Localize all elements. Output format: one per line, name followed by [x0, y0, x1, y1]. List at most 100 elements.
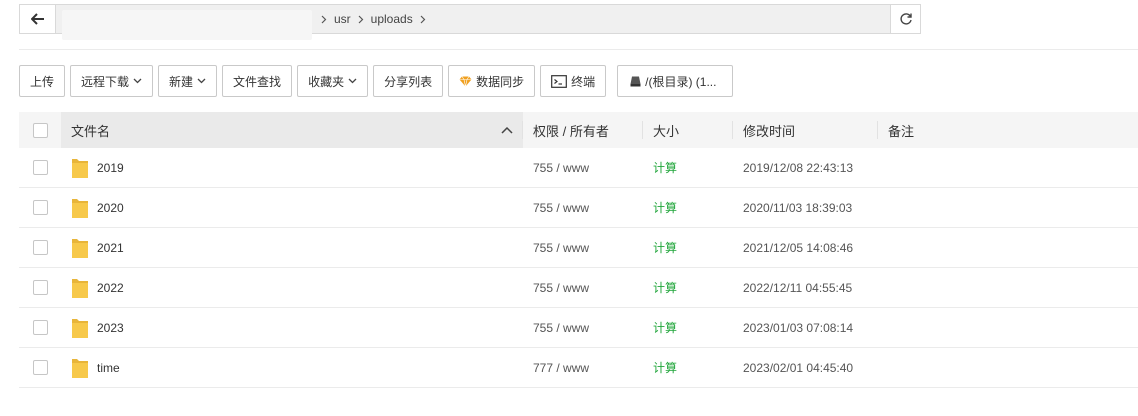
note-cell[interactable] — [878, 268, 1138, 308]
permission-owner[interactable]: 755 / www — [533, 161, 589, 175]
file-name[interactable]: 2022 — [97, 281, 124, 295]
note-cell[interactable] — [878, 148, 1138, 188]
data-sync-button[interactable]: 数据同步 — [448, 65, 536, 97]
chevron-right-icon — [358, 15, 364, 24]
row-check-cell — [19, 188, 61, 228]
row-checkbox[interactable] — [32, 160, 48, 175]
permission-cell: 755 / www — [523, 268, 643, 308]
modified-time: 2021/12/05 14:08:46 — [743, 240, 854, 255]
row-check-cell — [19, 268, 61, 308]
name-cell: 2023 — [61, 308, 523, 348]
note-cell[interactable] — [878, 188, 1138, 228]
back-button[interactable] — [20, 5, 56, 33]
header-name-label: 文件名 — [71, 123, 111, 139]
chevron-down-icon — [197, 78, 206, 84]
folder-icon — [71, 237, 89, 259]
permission-owner[interactable]: 755 / www — [533, 321, 589, 335]
row-checkbox[interactable] — [32, 200, 48, 215]
file-name[interactable]: 2020 — [97, 201, 124, 215]
terminal-label: 终端 — [571, 74, 596, 89]
modified-time: 2022/12/11 04:55:45 — [743, 280, 853, 295]
header-check-cell — [19, 112, 61, 148]
header-note-label: 备注 — [888, 123, 915, 139]
folder-icon — [71, 157, 89, 179]
calculate-size-link[interactable]: 计算 — [653, 199, 677, 216]
mtime-cell: 2020/11/03 18:39:03 — [733, 188, 878, 228]
permission-cell: 755 / www — [523, 228, 643, 268]
header-permission[interactable]: 权限 / 所有者 — [523, 112, 643, 148]
table-row[interactable]: 2019 755 / www 计算 2019/12/08 22:43:13 — [19, 148, 1138, 188]
row-checkbox[interactable] — [32, 320, 48, 335]
row-check-cell — [19, 348, 61, 388]
file-search-button[interactable]: 文件查找 — [222, 65, 293, 97]
size-cell: 计算 — [643, 228, 733, 268]
refresh-button[interactable] — [890, 5, 920, 33]
modified-time: 2020/11/03 18:39:03 — [743, 200, 853, 215]
permission-cell: 777 / www — [523, 348, 643, 388]
share-list-button[interactable]: 分享列表 — [373, 65, 444, 97]
table-row[interactable]: 2020 755 / www 计算 2020/11/03 18:39:03 — [19, 188, 1138, 228]
table-header: 文件名 权限 / 所有者 大小 修改时间 备注 — [19, 112, 1138, 148]
path-bar: usr uploads — [19, 4, 921, 40]
breadcrumb-list: usr uploads — [314, 5, 433, 33]
file-name[interactable]: 2023 — [97, 321, 124, 335]
note-cell[interactable] — [878, 348, 1138, 388]
table-row[interactable]: 2021 755 / www 计算 2021/12/05 14:08:46 — [19, 228, 1138, 268]
permission-cell: 755 / www — [523, 148, 643, 188]
favorites-button[interactable]: 收藏夹 — [297, 65, 369, 97]
size-cell: 计算 — [643, 148, 733, 188]
note-cell[interactable] — [878, 228, 1138, 268]
table-row[interactable]: 2022 755 / www 计算 2022/12/11 04:55:45 — [19, 268, 1138, 308]
file-name[interactable]: 2021 — [97, 241, 124, 255]
favorites-label: 收藏夹 — [308, 74, 345, 89]
calculate-size-link[interactable]: 计算 — [653, 319, 677, 336]
permission-cell: 755 / www — [523, 188, 643, 228]
table-row[interactable]: time 777 / www 计算 2023/02/01 04:45:40 — [19, 348, 1138, 388]
mtime-cell: 2023/02/01 04:45:40 — [733, 348, 878, 388]
header-mtime-label: 修改时间 — [743, 123, 796, 139]
file-name[interactable]: time — [97, 361, 120, 375]
permission-owner[interactable]: 755 / www — [533, 201, 589, 215]
refresh-icon — [899, 13, 912, 25]
upload-label: 上传 — [30, 74, 55, 89]
header-note: 备注 — [878, 112, 1138, 148]
chevron-right-icon — [420, 15, 426, 24]
new-button[interactable]: 新建 — [158, 65, 218, 97]
note-cell[interactable] — [878, 308, 1138, 348]
row-check-cell — [19, 308, 61, 348]
table-row[interactable]: 2023 755 / www 计算 2023/01/03 07:08:14 — [19, 308, 1138, 348]
header-size[interactable]: 大小 — [643, 112, 733, 148]
remote-download-button[interactable]: 远程下载 — [70, 65, 154, 97]
mtime-cell: 2022/12/11 04:55:45 — [733, 268, 878, 308]
calculate-size-link[interactable]: 计算 — [653, 279, 677, 296]
chevron-down-icon — [133, 78, 142, 84]
permission-owner[interactable]: 755 / www — [533, 281, 589, 295]
table-body: 2019 755 / www 计算 2019/12/08 22:43:13 2020 75… — [19, 148, 1138, 388]
select-all-checkbox[interactable] — [32, 122, 48, 138]
row-checkbox[interactable] — [32, 360, 48, 375]
row-checkbox[interactable] — [32, 240, 48, 255]
calculate-size-link[interactable]: 计算 — [653, 239, 677, 256]
file-name[interactable]: 2019 — [97, 161, 124, 175]
modified-time: 2023/01/03 07:08:14 — [743, 320, 854, 335]
upload-button[interactable]: 上传 — [19, 65, 66, 97]
disk-label: /(根目录) (1... — [645, 74, 717, 89]
terminal-button[interactable]: 终端 — [540, 65, 607, 97]
breadcrumb-item[interactable]: uploads — [371, 12, 413, 26]
header-name[interactable]: 文件名 — [61, 112, 523, 148]
permission-cell: 755 / www — [523, 308, 643, 348]
breadcrumb-item[interactable]: usr — [334, 12, 351, 26]
disk-selector-button[interactable]: /(根目录) (1... — [617, 65, 734, 97]
permission-owner[interactable]: 755 / www — [533, 241, 589, 255]
permission-owner[interactable]: 777 / www — [533, 361, 589, 375]
chevron-right-icon — [321, 15, 327, 24]
name-cell: 2021 — [61, 228, 523, 268]
header-modified-time[interactable]: 修改时间 — [733, 112, 878, 148]
calculate-size-link[interactable]: 计算 — [653, 159, 677, 176]
size-cell: 计算 — [643, 268, 733, 308]
header-size-label: 大小 — [653, 123, 680, 139]
calculate-size-link[interactable]: 计算 — [653, 359, 677, 376]
data-sync-label: 数据同步 — [476, 74, 525, 89]
divider — [19, 49, 1138, 50]
row-checkbox[interactable] — [32, 280, 48, 295]
